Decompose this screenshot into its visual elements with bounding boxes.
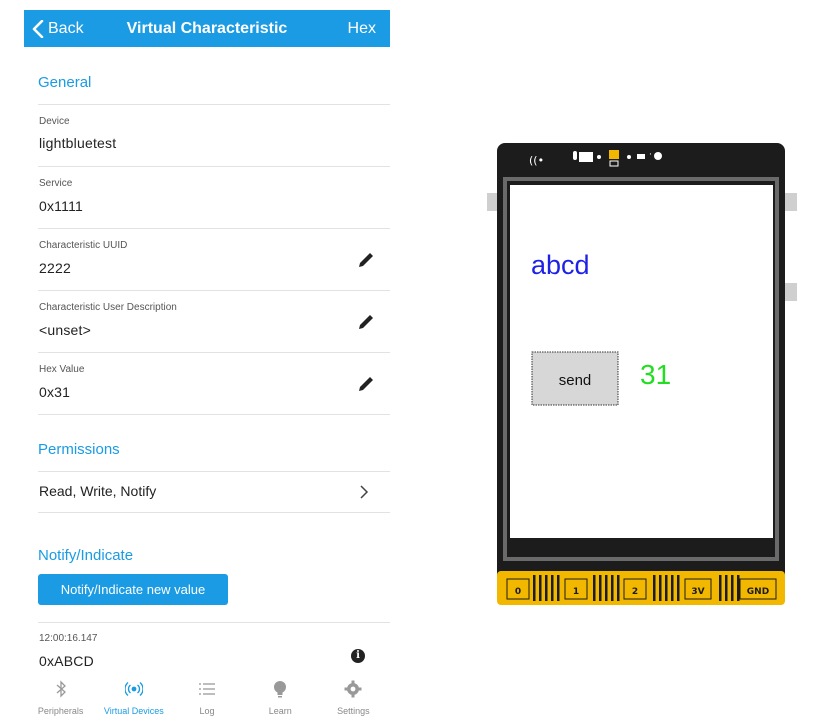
description-label: Characteristic User Description: [39, 302, 177, 313]
log-value: 0xABCD: [39, 653, 94, 669]
log-timestamp: 12:00:16.147: [39, 633, 98, 644]
notify-new-value-button[interactable]: Notify/Indicate new value: [38, 574, 228, 605]
info-icon[interactable]: i: [351, 649, 365, 663]
pencil-icon[interactable]: [356, 374, 376, 394]
service-field: Service 0x1111: [38, 166, 390, 228]
gear-icon: [344, 680, 362, 698]
pin-label: 0: [515, 587, 521, 597]
back-label: Back: [48, 19, 84, 37]
phone-screen: Back Virtual Characteristic Hex General …: [24, 10, 390, 722]
tab-label: Log: [199, 706, 215, 716]
device-label: Device: [39, 116, 70, 127]
hex-value-label: Hex Value: [39, 364, 85, 375]
svg-text:·: ·: [649, 150, 652, 160]
tab-bar: Peripherals Virtual Devices Log Learn Se…: [24, 670, 390, 722]
device-value: lightbluetest: [39, 135, 117, 151]
pin-stripe: [599, 575, 602, 601]
hex-value-value: 0x31: [39, 384, 71, 400]
pin-1[interactable]: 1: [564, 578, 588, 600]
list-icon: [199, 683, 215, 695]
pin-stripe: [533, 575, 536, 601]
tab-virtual-devices[interactable]: Virtual Devices: [97, 670, 170, 722]
pin-stripe: [611, 575, 614, 601]
pin-label: 2: [632, 587, 638, 597]
value-display: 31: [640, 359, 671, 390]
permissions-row[interactable]: Read, Write, Notify: [38, 471, 390, 513]
pin-stripe: [737, 575, 740, 601]
pin-stripe: [605, 575, 608, 601]
pin-label: 3V: [691, 587, 704, 597]
broadcast-icon: [124, 681, 143, 697]
tab-learn[interactable]: Learn: [244, 670, 317, 722]
pin-stripe: [671, 575, 674, 601]
device-field: Device lightbluetest: [38, 104, 390, 166]
pin-label: GND: [747, 587, 769, 597]
hex-value-field[interactable]: Hex Value 0x31: [38, 352, 390, 415]
pin-3v[interactable]: 3V: [684, 578, 712, 600]
pin-stripe: [731, 575, 734, 601]
tab-peripherals[interactable]: Peripherals: [24, 670, 97, 722]
pencil-icon[interactable]: [356, 312, 376, 332]
permissions-heading: Permissions: [38, 441, 120, 458]
hex-toggle-button[interactable]: Hex: [348, 10, 376, 47]
tab-label: Learn: [268, 706, 292, 716]
description-value: <unset>: [39, 322, 91, 338]
chevron-left-icon: [32, 19, 44, 38]
svg-text:((•: ((•: [529, 154, 544, 167]
bluetooth-icon: [56, 680, 66, 698]
tab-settings[interactable]: Settings: [317, 670, 390, 722]
log-entry: 12:00:16.147 0xABCD i: [38, 622, 390, 671]
tab-label: Virtual Devices: [103, 706, 164, 716]
pin-gnd[interactable]: GND: [739, 578, 777, 600]
chevron-right-icon: [360, 485, 369, 499]
pin-2[interactable]: 2: [623, 578, 647, 600]
side-bump: [785, 193, 797, 211]
pin-stripe: [659, 575, 662, 601]
service-value: 0x1111: [39, 198, 84, 214]
pin-stripe: [677, 575, 680, 601]
description-field[interactable]: Characteristic User Description <unset>: [38, 290, 390, 352]
screen-text: abcd: [531, 250, 590, 280]
pin-stripe: [539, 575, 542, 601]
notify-heading: Notify/Indicate: [38, 547, 134, 564]
pin-stripe: [557, 575, 560, 601]
pin-stripe: [617, 575, 620, 601]
pin-stripe: [665, 575, 668, 601]
device-board: ((• · abcd send 31 0 1 2 3V GND: [487, 143, 797, 605]
nav-bar: Back Virtual Characteristic Hex: [24, 10, 390, 47]
side-bump: [785, 283, 797, 301]
pin-stripe: [551, 575, 554, 601]
pin-stripe: [593, 575, 596, 601]
permissions-value: Read, Write, Notify: [39, 483, 157, 499]
general-heading: General: [38, 74, 92, 91]
back-button[interactable]: Back: [32, 10, 84, 47]
pin-stripe: [719, 575, 722, 601]
service-label: Service: [39, 178, 73, 189]
pin-stripe: [545, 575, 548, 601]
pin-stripe: [653, 575, 656, 601]
uuid-label: Characteristic UUID: [39, 240, 128, 251]
pin-stripe: [725, 575, 728, 601]
uuid-field[interactable]: Characteristic UUID 2222: [38, 228, 390, 290]
tab-log[interactable]: Log: [170, 670, 243, 722]
uuid-value: 2222: [39, 260, 71, 276]
pin-label: 1: [573, 587, 579, 597]
tab-label: Peripherals: [37, 706, 84, 716]
lightbulb-icon: [274, 681, 287, 698]
send-button-label: send: [559, 372, 592, 389]
tab-label: Settings: [337, 706, 370, 716]
pencil-icon[interactable]: [356, 250, 376, 270]
pin-0[interactable]: 0: [506, 578, 530, 600]
